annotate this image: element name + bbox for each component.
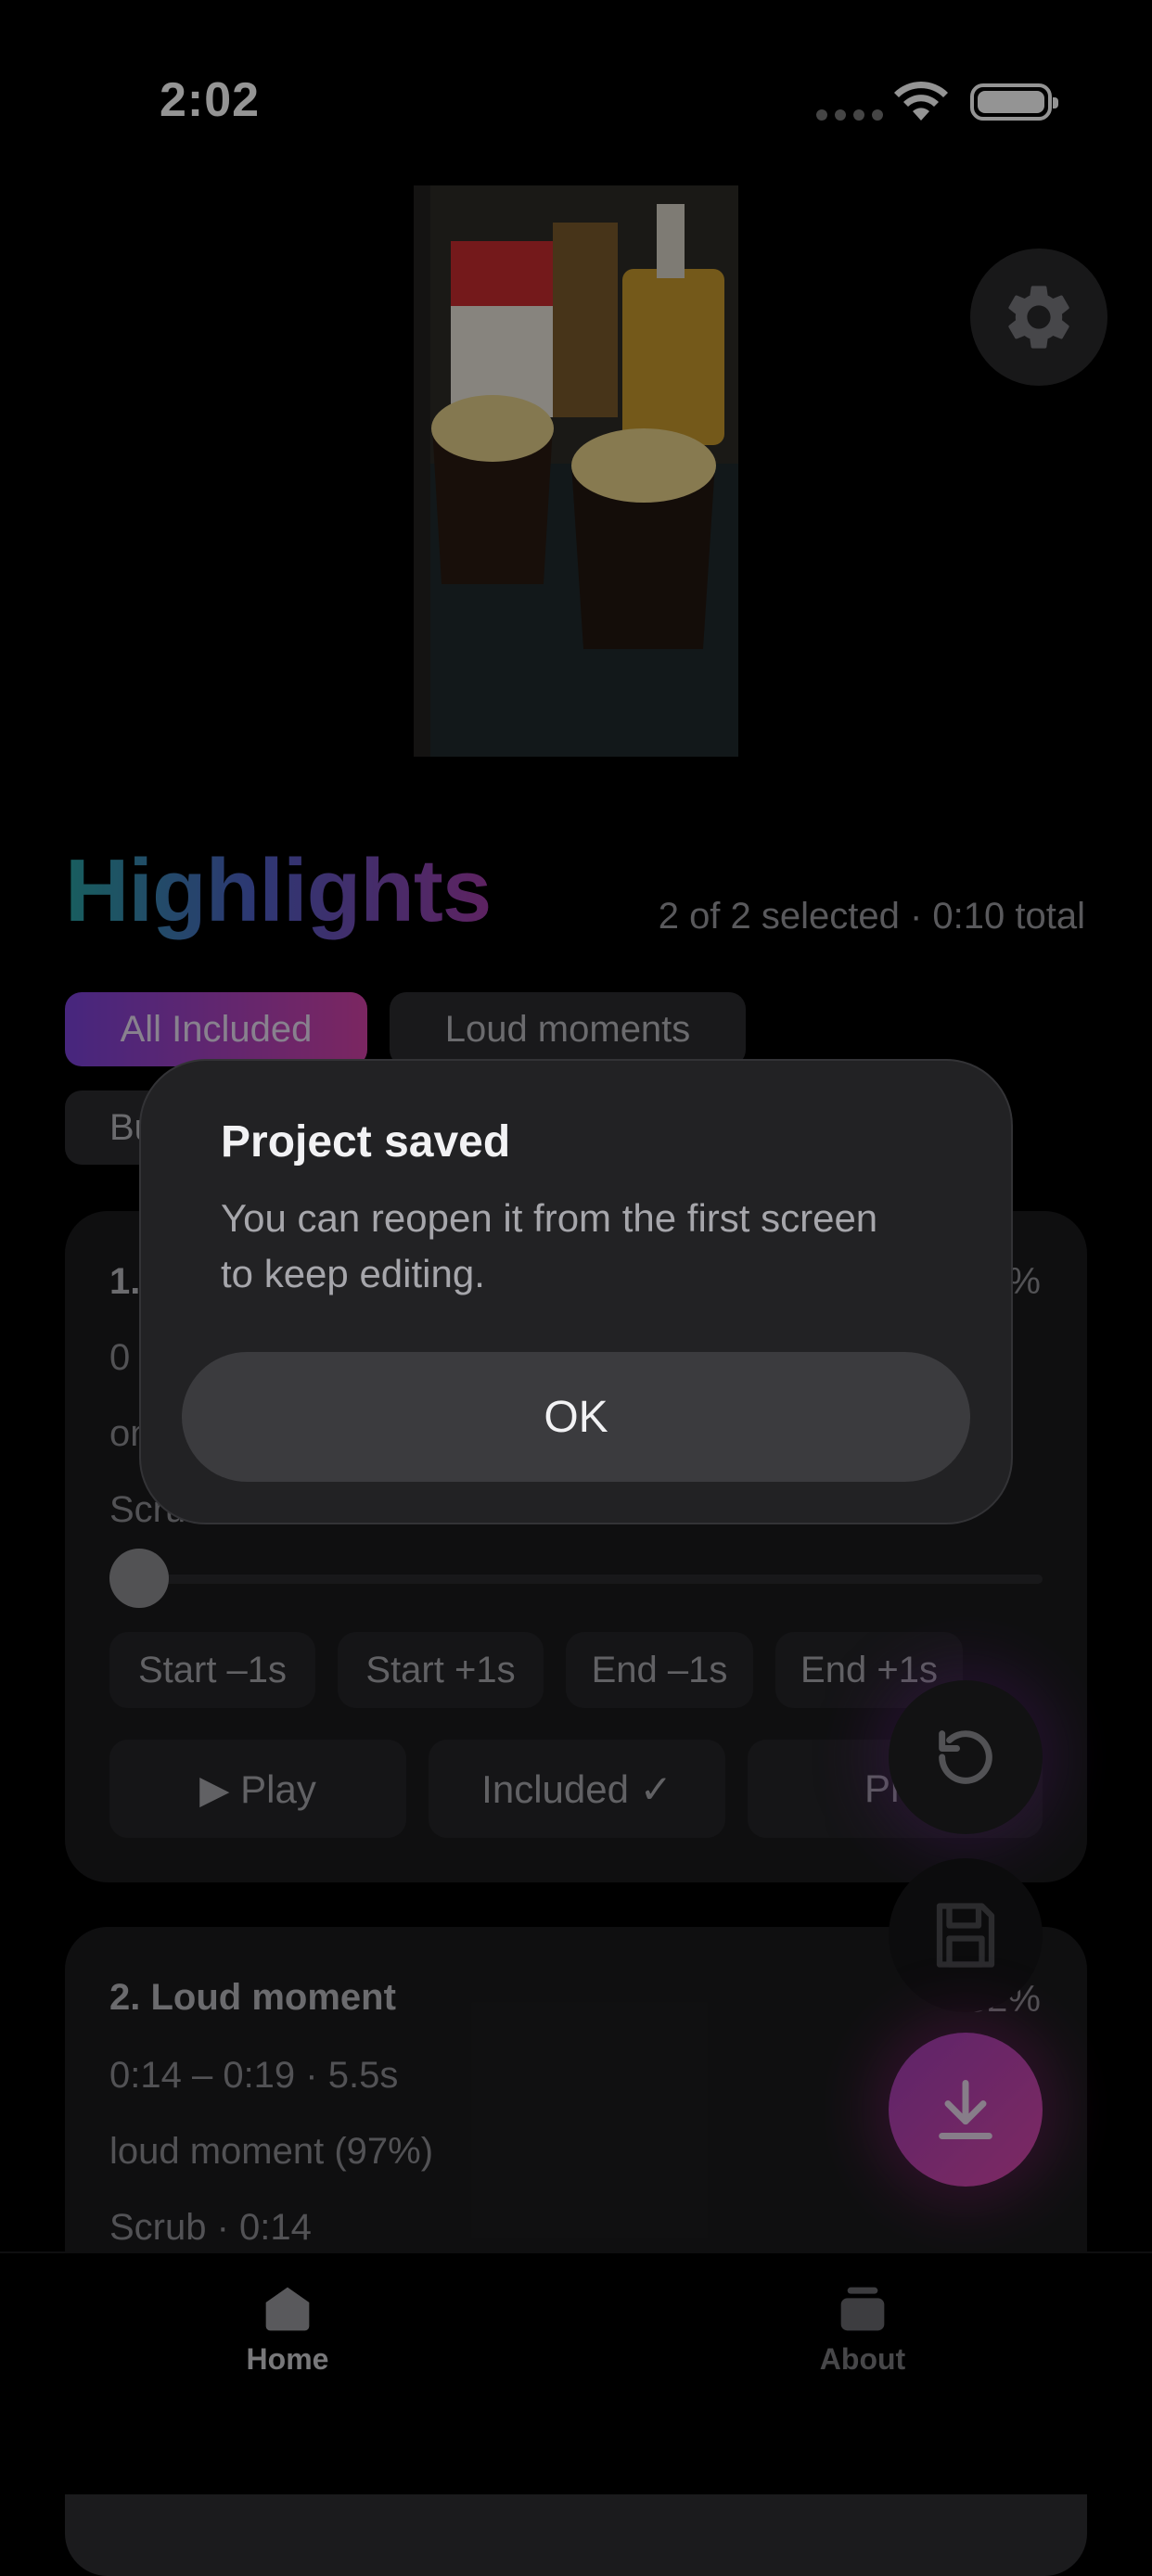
ok-button[interactable]: OK xyxy=(182,1352,970,1482)
alert-message: You can reopen it from the first screen … xyxy=(221,1196,878,1295)
alert-title: Project saved xyxy=(221,1117,511,1167)
